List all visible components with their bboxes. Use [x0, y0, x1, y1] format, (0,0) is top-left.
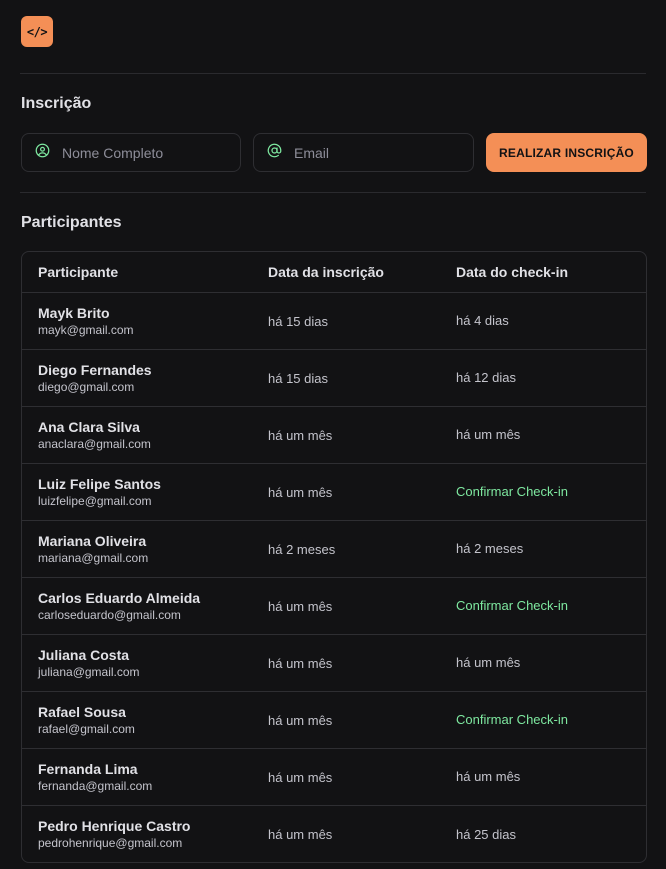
name-input[interactable] — [62, 144, 212, 161]
divider — [20, 73, 646, 74]
participant-email: luizfelipe@gmail.com — [38, 493, 152, 508]
checkin-cell: há 12 dias — [456, 369, 646, 387]
participant-cell: Carlos Eduardo Almeida carloseduardo@gmai… — [22, 590, 268, 623]
user-circle-icon — [35, 143, 50, 163]
participant-email: mayk@gmail.com — [38, 322, 134, 337]
participant-cell: Luiz Felipe Santos luizfelipe@gmail.com — [22, 476, 268, 509]
divider — [20, 192, 646, 193]
checkin-date: há um mês — [456, 769, 521, 784]
participant-cell: Fernanda Lima fernanda@gmail.com — [22, 761, 268, 794]
table-row: Rafael Sousa rafael@gmail.com há um mês Con… — [22, 692, 646, 749]
participant-name: Fernanda Lima — [38, 760, 138, 777]
column-header-checkin-date: Data do check-in — [456, 264, 569, 280]
checkin-cell: há um mês — [456, 768, 646, 786]
participant-name: Rafael Sousa — [38, 703, 126, 720]
participant-cell: Juliana Costa juliana@gmail.com — [22, 647, 268, 680]
registration-date: há um mês — [268, 427, 333, 443]
table-row: Mariana Oliveira mariana@gmail.com há 2 me… — [22, 521, 646, 578]
participant-cell: Ana Clara Silva anaclara@gmail.com — [22, 419, 268, 452]
registration-date: há 15 dias — [268, 313, 328, 329]
registration-date: há 2 meses — [268, 541, 336, 557]
table-row: Diego Fernandes diego@gmail.com há 15 dias… — [22, 350, 646, 407]
checkin-date: há 12 dias — [456, 370, 516, 385]
registration-title: Inscrição — [21, 95, 92, 112]
checkin-cell: Confirmar Check-in — [456, 483, 646, 501]
checkin-date: há 25 dias — [456, 826, 516, 842]
participant-email: mariana@gmail.com — [38, 550, 149, 565]
email-input[interactable] — [294, 144, 444, 161]
confirm-checkin-button[interactable]: Confirmar Check-in — [456, 598, 568, 613]
participant-email: fernanda@gmail.com — [38, 778, 153, 793]
table-row: Juliana Costa juliana@gmail.com há um mês h… — [22, 635, 646, 692]
participant-cell: Pedro Henrique Castro pedrohenrique@gmail… — [22, 818, 268, 851]
participant-name: Mariana Oliveira — [38, 532, 147, 549]
registration-date: há um mês — [268, 484, 333, 500]
checkin-cell: há um mês — [456, 654, 646, 672]
participant-cell: Rafael Sousa rafael@gmail.com — [22, 704, 268, 737]
registration-date: há 15 dias — [268, 370, 328, 386]
participant-cell: Mayk Brito mayk@gmail.com — [22, 305, 268, 338]
participants-title: Participantes — [21, 214, 122, 231]
participant-name: Juliana Costa — [38, 646, 130, 663]
participant-email: anaclara@gmail.com — [38, 436, 151, 451]
registration-date: há um mês — [268, 769, 333, 785]
checkin-cell: Confirmar Check-in — [456, 711, 646, 729]
submit-registration-button[interactable]: REALIZAR INSCRIÇÃO — [486, 133, 647, 172]
checkin-cell: há 25 dias — [456, 826, 646, 844]
table-row: Luiz Felipe Santos luizfelipe@gmail.com há… — [22, 464, 646, 521]
participant-name: Luiz Felipe Santos — [38, 475, 161, 492]
table-row: Carlos Eduardo Almeida carloseduardo@gmai… — [22, 578, 646, 635]
checkin-cell: Confirmar Check-in — [456, 597, 646, 615]
table-header: Participante Data da inscrição Data do c… — [22, 252, 646, 293]
checkin-cell: há 4 dias — [456, 312, 646, 330]
column-header-participant: Participante — [38, 264, 119, 280]
confirm-checkin-button[interactable]: Confirmar Check-in — [456, 712, 568, 727]
participant-cell: Mariana Oliveira mariana@gmail.com — [22, 533, 268, 566]
table-row: Ana Clara Silva anaclara@gmail.com há um m… — [22, 407, 646, 464]
registration-date: há um mês — [268, 712, 333, 728]
table-row: Mayk Brito mayk@gmail.com há 15 dias há 4 d… — [22, 293, 646, 350]
registration-date: há um mês — [268, 827, 333, 842]
participant-email: carloseduardo@gmail.com — [38, 607, 181, 622]
participant-name: Mayk Brito — [38, 304, 110, 321]
checkin-cell: há um mês — [456, 426, 646, 444]
participant-name: Carlos Eduardo Almeida — [38, 589, 201, 606]
confirm-checkin-button[interactable]: Confirmar Check-in — [456, 484, 568, 499]
checkin-date: há um mês — [456, 427, 521, 442]
column-header-registration-date: Data da inscrição — [268, 264, 384, 280]
name-field[interactable] — [21, 133, 241, 172]
participant-email: diego@gmail.com — [38, 379, 135, 394]
participant-name: Ana Clara Silva — [38, 418, 140, 435]
registration-date: há um mês — [268, 655, 333, 671]
participants-table: Participante Data da inscrição Data do c… — [21, 251, 647, 863]
participant-email: rafael@gmail.com — [38, 721, 135, 736]
checkin-date: há 4 dias — [456, 313, 509, 328]
at-sign-icon — [267, 143, 282, 163]
table-row: Fernanda Lima fernanda@gmail.com há um mês… — [22, 749, 646, 806]
logo-icon: </> — [21, 16, 53, 47]
participant-name: Diego Fernandes — [38, 361, 152, 378]
table-body: Mayk Brito mayk@gmail.com há 15 dias há 4 d… — [22, 293, 646, 862]
checkin-date: há um mês — [456, 655, 521, 670]
checkin-cell: há 2 meses — [456, 540, 646, 558]
page: </> Inscrição REALIZAR INSCRIÇ — [0, 0, 666, 869]
email-field[interactable] — [253, 133, 474, 172]
participant-name: Pedro Henrique Castro — [38, 818, 191, 834]
participant-cell: Diego Fernandes diego@gmail.com — [22, 362, 268, 395]
registration-date: há um mês — [268, 598, 333, 614]
participant-email: pedrohenrique@gmail.com — [38, 836, 183, 850]
participant-email: juliana@gmail.com — [38, 664, 140, 679]
checkin-date: há 2 meses — [456, 541, 524, 556]
table-row: Pedro Henrique Castro pedrohenrique@gmail… — [22, 806, 646, 862]
